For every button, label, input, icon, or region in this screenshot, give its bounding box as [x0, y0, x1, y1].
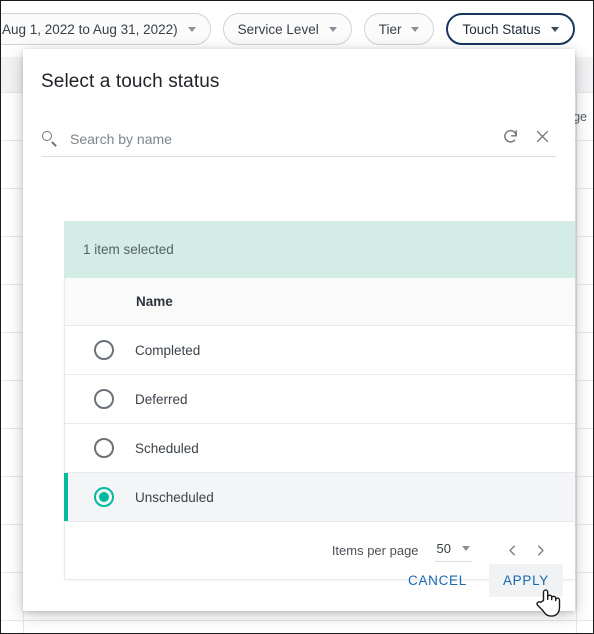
search-row [42, 121, 556, 157]
search-icon [42, 130, 58, 147]
filter-chip-touch-status-label: Touch Status [462, 21, 541, 37]
filter-chip-touch-status[interactable]: Touch Status [446, 13, 575, 45]
next-page-button[interactable] [526, 537, 554, 565]
radio-icon-selected[interactable] [94, 487, 114, 507]
items-per-page-value: 50 [436, 541, 451, 556]
filter-chip-tier-label: Tier [378, 21, 402, 37]
filter-chip-tier[interactable]: Tier [363, 13, 435, 45]
dialog-title: Select a touch status [41, 71, 220, 92]
chevron-down-icon [411, 26, 420, 32]
filter-chip-service-level[interactable]: Service Level [222, 13, 352, 45]
radio-icon[interactable] [94, 389, 114, 409]
table-cell: ge [573, 109, 587, 124]
dialog-actions: CANCEL APPLY [394, 564, 563, 597]
cancel-button[interactable]: CANCEL [394, 564, 481, 597]
column-header-name: Name [136, 294, 173, 309]
selection-count-label: 1 item selected [83, 242, 174, 257]
items-per-page-label: Items per page [331, 543, 419, 558]
table-row-unscheduled[interactable]: Unscheduled [64, 473, 575, 522]
filter-chip-service-level-label: Service Level [237, 21, 319, 37]
table-cell-name: Deferred [135, 391, 188, 407]
selection-banner: 1 item selected [64, 221, 575, 278]
previous-page-button[interactable] [498, 537, 526, 565]
close-icon[interactable] [534, 128, 556, 150]
table-cell-name: Scheduled [135, 440, 199, 456]
search-input[interactable] [70, 130, 492, 147]
table-row-completed[interactable]: Completed [65, 326, 575, 375]
table-cell-name: Completed [135, 342, 201, 358]
chevron-down-icon [550, 26, 559, 32]
table-row-deferred[interactable]: Deferred [65, 375, 575, 424]
table-row-scheduled[interactable]: Scheduled [65, 424, 575, 473]
apply-button[interactable]: APPLY [488, 564, 563, 597]
touch-status-dialog: Select a touch status 1 item selected [23, 49, 575, 611]
chevron-down-icon [187, 26, 196, 32]
radio-icon[interactable] [94, 340, 114, 360]
refresh-icon[interactable] [502, 128, 524, 150]
items-per-page-select[interactable]: 50 [434, 539, 472, 562]
chevron-down-icon [462, 546, 470, 551]
filter-chip-date-range[interactable]: Aug 1, 2022 to Aug 31, 2022) [1, 13, 211, 45]
status-table: Name Completed Deferred Scheduled Unsche… [64, 278, 575, 580]
table-cell-name: Unscheduled [135, 489, 214, 505]
radio-icon[interactable] [94, 438, 114, 458]
filter-chip-date-range-label: Aug 1, 2022 to Aug 31, 2022) [2, 21, 178, 37]
table-header-row: Name [65, 278, 575, 326]
chevron-down-icon [328, 26, 337, 32]
app-window: Aug 1, 2022 to Aug 31, 2022) Service Lev… [0, 0, 594, 634]
